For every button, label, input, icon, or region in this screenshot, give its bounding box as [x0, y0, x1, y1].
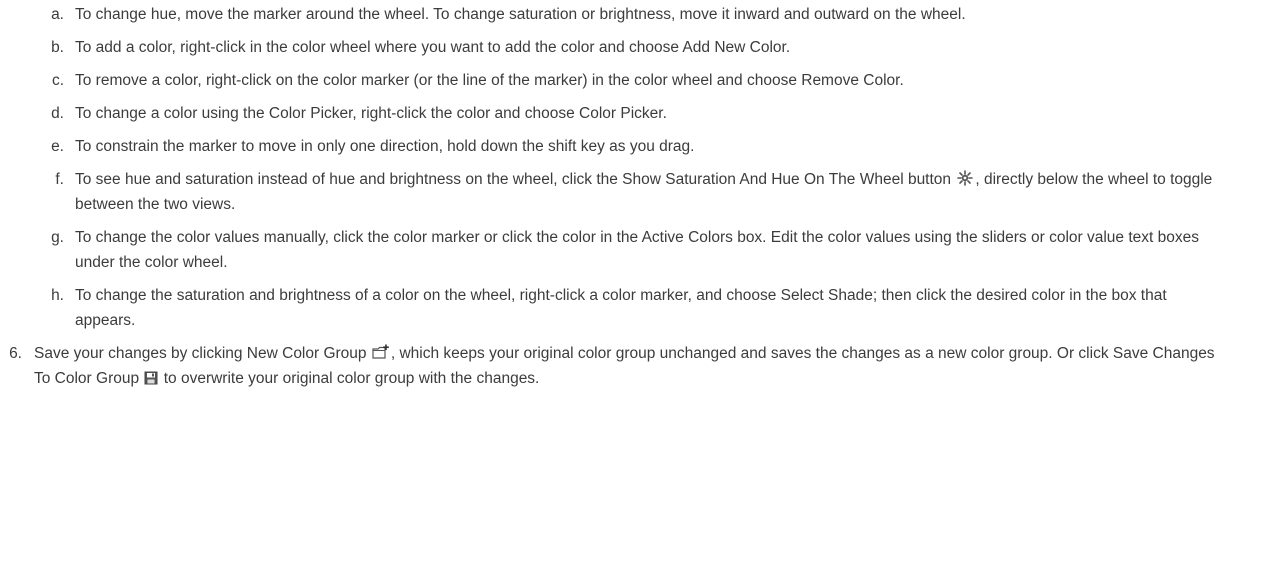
- save-disk-icon: [144, 371, 158, 385]
- list-marker: b.: [51, 39, 64, 56]
- list-marker: e.: [51, 138, 64, 155]
- list-marker: f.: [55, 171, 64, 188]
- sun-brightness-icon: [956, 170, 974, 186]
- list-item-text: To add a color, right-click in the color…: [75, 39, 791, 56]
- main-step-list: 6. Save your changes by clicking New Col…: [0, 341, 1281, 391]
- list-item: f. To see hue and saturation instead of …: [0, 167, 1281, 217]
- list-item-text: To change a color using the Color Picker…: [75, 105, 667, 122]
- list-item-text: To change hue, move the marker around th…: [75, 6, 966, 23]
- list-item: g. To change the color values manually, …: [0, 225, 1281, 275]
- list-item-text: Save your changes by clicking New Color …: [34, 345, 371, 362]
- list-marker: g.: [51, 229, 64, 246]
- list-item-text: To change the color values manually, cli…: [75, 229, 1199, 271]
- list-item: h. To change the saturation and brightne…: [0, 283, 1281, 333]
- list-marker: a.: [51, 6, 64, 23]
- list-item-text: To constrain the marker to move in only …: [75, 138, 695, 155]
- new-color-group-icon: [372, 344, 390, 360]
- document-body: a. To change hue, move the marker around…: [0, 2, 1281, 391]
- list-item-text: To change the saturation and brightness …: [75, 287, 1167, 329]
- list-item: a. To change hue, move the marker around…: [0, 2, 1281, 27]
- list-item: 6. Save your changes by clicking New Col…: [0, 341, 1281, 391]
- sub-step-list: a. To change hue, move the marker around…: [0, 2, 1281, 333]
- list-marker: 6.: [9, 345, 22, 362]
- list-marker: h.: [51, 287, 64, 304]
- list-item-text: to overwrite your original color group w…: [159, 370, 540, 387]
- list-item-text: To see hue and saturation instead of hue…: [75, 171, 956, 188]
- list-marker: c.: [51, 72, 64, 89]
- list-marker: d.: [51, 105, 64, 122]
- list-item: c. To remove a color, right-click on the…: [0, 68, 1281, 93]
- list-item: e. To constrain the marker to move in on…: [0, 134, 1281, 159]
- list-item: d. To change a color using the Color Pic…: [0, 101, 1281, 126]
- list-item: b. To add a color, right-click in the co…: [0, 35, 1281, 60]
- list-item-text: To remove a color, right-click on the co…: [75, 72, 904, 89]
